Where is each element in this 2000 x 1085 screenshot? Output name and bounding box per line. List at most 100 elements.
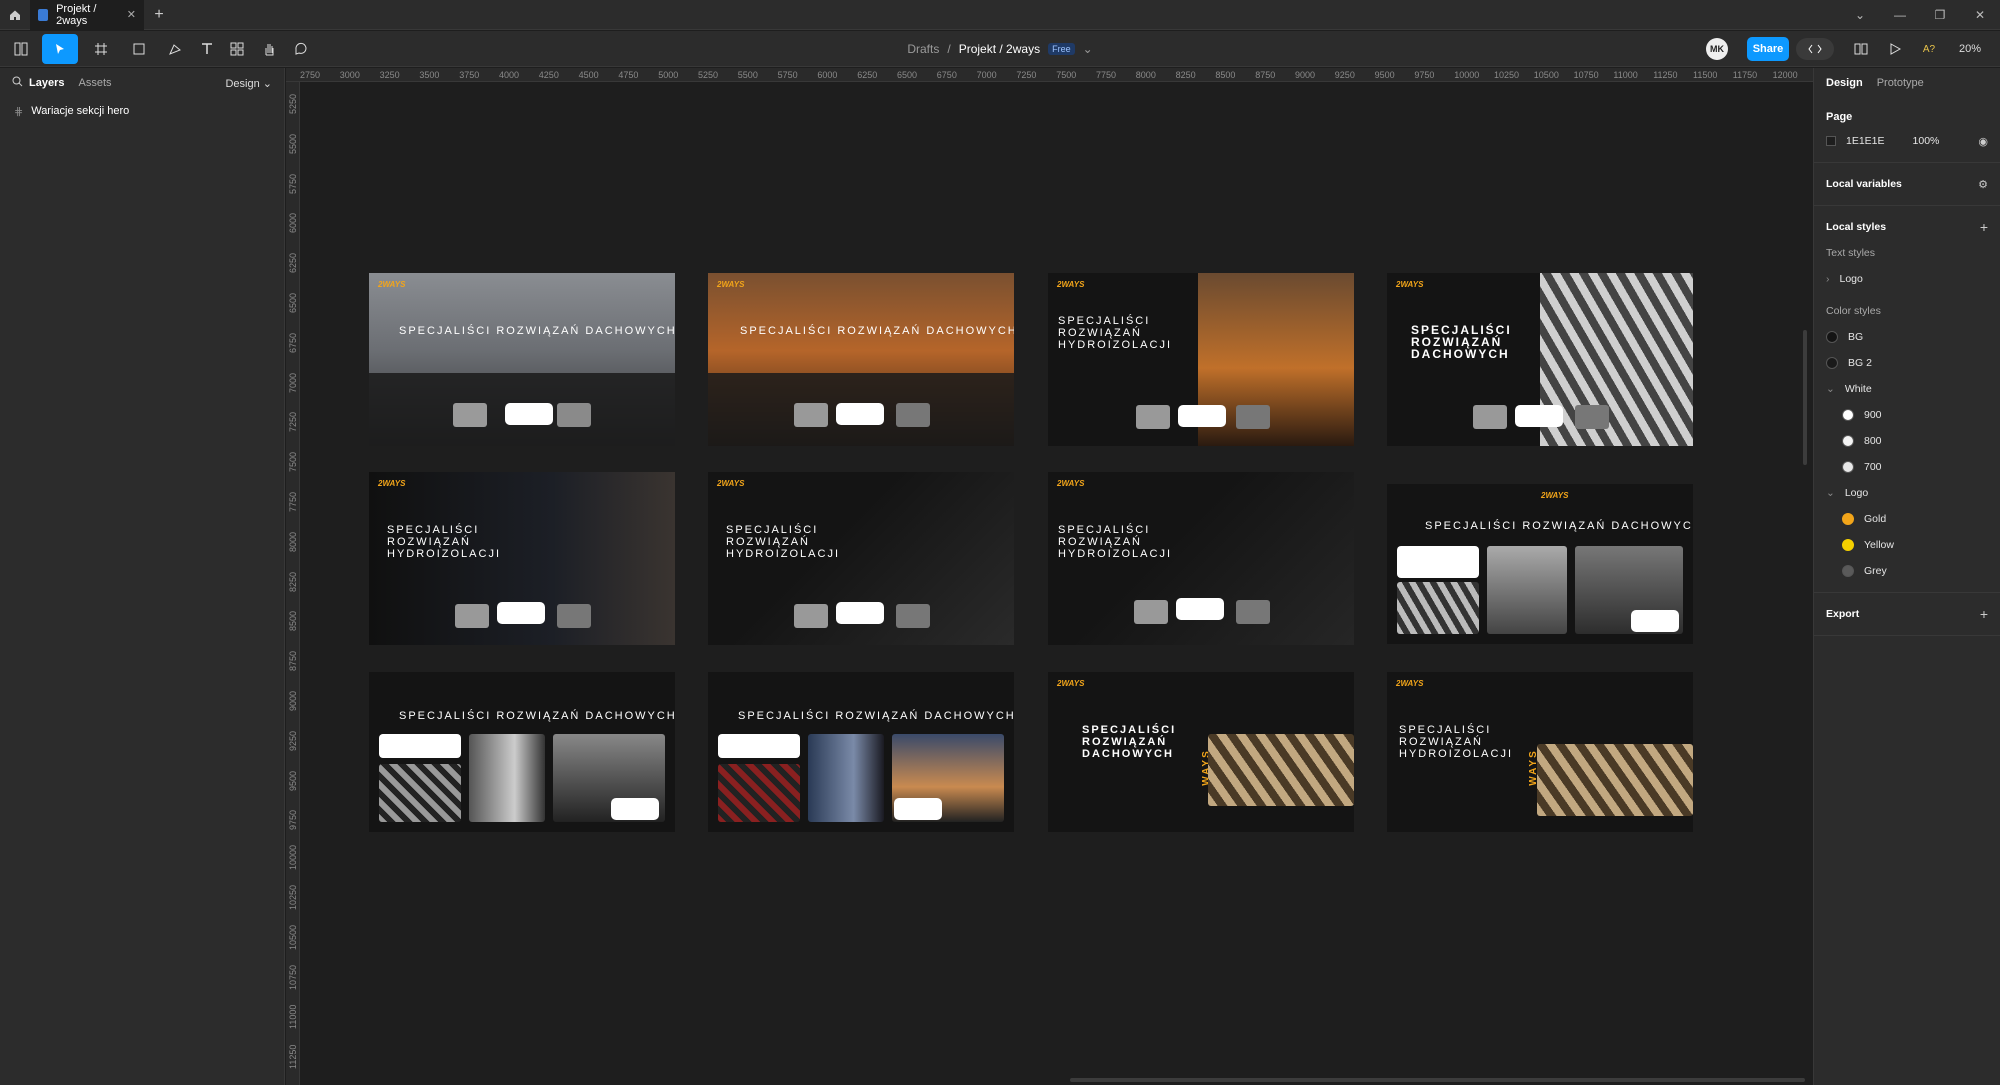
ruler-tick-label: 7250 [1016,70,1037,80]
text-style-item[interactable]: › Logo [1826,266,1988,292]
color-style-item[interactable]: 900 [1826,402,1988,428]
main-toolbar: Drafts / Projekt / 2ways Free ⌄ MK Share… [0,31,2000,67]
logo: 2WAYS [1396,679,1424,688]
ruler-tick-label: 9750 [1414,70,1435,80]
page-color-value[interactable]: 1E1E1E [1846,135,1885,147]
color-group-logo[interactable]: ⌄ Logo [1826,480,1988,506]
library-icon[interactable] [1850,34,1872,64]
hero-heading: SPECJALIŚCI ROZWIĄZAŃ DACHOWYCH [399,710,675,722]
ruler-tick-label: 5500 [288,133,298,154]
font-warning-icon[interactable]: A? [1918,34,1940,64]
export-label: Export [1826,608,1860,620]
new-tab-button[interactable]: + [144,0,174,30]
comment-tool-icon[interactable] [290,34,312,64]
minimize-icon[interactable]: — [1880,0,1920,30]
color-group-white[interactable]: ⌄ White [1826,376,1988,402]
tab-prototype[interactable]: Prototype [1877,77,1924,89]
color-group-label: Logo [1844,487,1869,499]
chevron-down-icon: ⌄ [1826,487,1835,499]
tab-layers[interactable]: Layers [29,77,64,89]
hero-heading-line1: SPECJALIŚCI [1399,724,1492,736]
hero-frame-8[interactable]: 2WAYS SPECJALIŚCI ROZWIĄZAŃ DACHOWYCH [1387,484,1693,644]
color-style-item[interactable]: BG 2 [1826,350,1988,376]
layer-row[interactable]: ⋕ Wariacje sekcji hero [0,98,284,124]
color-style-item[interactable]: Gold [1826,506,1988,532]
search-icon[interactable] [12,76,23,90]
chevron-down-icon[interactable]: ⌄ [1083,42,1093,56]
hero-heading-line3: HYDROIZOLACJI [726,548,841,560]
hero-frame-4[interactable]: 2WAYS SPECJALIŚCI ROZWIĄZAŃ DACHOWYCH [1387,273,1693,446]
color-style-item[interactable]: 700 [1826,454,1988,480]
hero-heading-line2: ROZWIĄZAŃ [387,536,471,548]
ruler-tick-label: 11250 [288,1044,298,1070]
hero-heading-line1: SPECJALIŚCI [1082,724,1177,736]
horizontal-scrollbar[interactable] [1070,1078,1805,1082]
ruler-tick-label: 5500 [737,70,758,80]
close-window-icon[interactable]: ✕ [1960,0,2000,30]
add-export-icon[interactable]: + [1980,606,1988,622]
hero-frame-7[interactable]: 2WAYS SPECJALIŚCI ROZWIĄZAŃ HYDROIZOLACJ… [1048,472,1354,645]
avatar[interactable]: MK [1706,38,1728,60]
ruler-tick-label: 9500 [1374,70,1395,80]
home-icon[interactable] [0,0,30,30]
eye-icon[interactable]: ◉ [1978,135,1988,148]
ruler-tick-label: 6250 [857,70,878,80]
color-style-item[interactable]: Grey [1826,558,1988,584]
text-tool-icon[interactable] [196,34,218,64]
breadcrumb-drafts[interactable]: Drafts [907,42,939,56]
ruler-tick-label: 5000 [658,70,679,80]
hero-frame-5[interactable]: 2WAYS SPECJALIŚCI ROZWIĄZAŃ HYDROIZOLACJ… [369,472,675,645]
maximize-icon[interactable]: ❐ [1920,0,1960,30]
color-swatch [1842,513,1854,525]
color-style-item[interactable]: BG [1826,324,1988,350]
file-name[interactable]: Projekt / 2ways [959,42,1040,56]
local-variables-label[interactable]: Local variables [1826,178,1902,190]
hero-frame-2[interactable]: 2WAYS SPECJALIŚCI ROZWIĄZAŃ DACHOWYCH [708,273,1014,446]
hero-frame-3[interactable]: 2WAYS SPECJALIŚCI ROZWIĄZAŃ HYDROIZOLACJ… [1048,273,1354,446]
logo: 2WAYS [717,280,745,289]
color-style-item[interactable]: 800 [1826,428,1988,454]
page-color-swatch[interactable] [1826,136,1836,146]
rectangle-tool-icon[interactable] [124,34,154,64]
ruler-tick-label: 9750 [288,810,298,831]
mode-dropdown[interactable]: Design ⌄ [225,77,272,90]
hand-tool-icon[interactable] [258,34,280,64]
tab-design[interactable]: Design [1826,77,1863,89]
breadcrumb-separator: / [947,42,951,56]
page-opacity-value[interactable]: 100% [1913,135,1940,147]
file-tab[interactable]: Projekt / 2ways ✕ [30,0,144,30]
dev-mode-toggle[interactable] [1796,38,1834,60]
add-style-icon[interactable]: + [1980,219,1988,235]
canvas[interactable]: 2WAYS SPECJALIŚCI ROZWIĄZAŃ DACHOWYCH 2W… [301,83,1987,1085]
main-menu-button[interactable] [8,34,36,64]
hero-frame-11[interactable]: 2WAYS SPECJALIŚCI ROZWIĄZAŃ DACHOWYCH WA… [1048,672,1354,832]
hero-heading-line2: ROZWIĄZAŃ [1399,736,1483,748]
ruler-tick-label: 8500 [288,611,298,632]
color-style-label: 800 [1864,435,1882,447]
color-style-item[interactable]: Yellow [1826,532,1988,558]
close-tab-icon[interactable]: ✕ [127,8,136,21]
mode-label: Design [225,77,260,90]
sliders-icon[interactable]: ⚙ [1978,178,1988,191]
ruler-tick-label: 7000 [976,70,997,80]
move-tool-button[interactable] [42,34,78,64]
share-button[interactable]: Share [1747,37,1789,61]
hero-frame-6[interactable]: 2WAYS SPECJALIŚCI ROZWIĄZAŃ HYDROIZOLACJ… [708,472,1014,645]
hero-frame-12[interactable]: 2WAYS SPECJALIŚCI ROZWIĄZAŃ HYDROIZOLACJ… [1387,672,1693,832]
ruler-tick-label: 9000 [288,690,298,711]
ruler-tick-label: 6750 [936,70,957,80]
chevron-down-icon[interactable]: ⌄ [1840,0,1880,30]
frame-tool-icon[interactable] [86,34,116,64]
hero-heading-line3: DACHOWYCH [1411,347,1510,361]
hero-heading: SPECJALIŚCI ROZWIĄZAŃ DACHOWYCH [399,325,675,337]
vertical-scrollbar[interactable] [1803,330,1807,465]
hero-frame-1[interactable]: 2WAYS SPECJALIŚCI ROZWIĄZAŃ DACHOWYCH [369,273,675,446]
hero-frame-10[interactable]: SPECJALIŚCI ROZWIĄZAŃ DACHOWYCH [708,672,1014,832]
present-play-icon[interactable] [1880,34,1910,64]
components-tool-icon[interactable] [226,34,248,64]
hero-frame-9[interactable]: SPECJALIŚCI ROZWIĄZAŃ DACHOWYCH [369,672,675,832]
pen-tool-icon[interactable] [160,34,190,64]
zoom-level[interactable]: 20% [1950,34,1990,64]
tab-assets[interactable]: Assets [78,77,111,89]
logo: 2WAYS [378,280,406,289]
